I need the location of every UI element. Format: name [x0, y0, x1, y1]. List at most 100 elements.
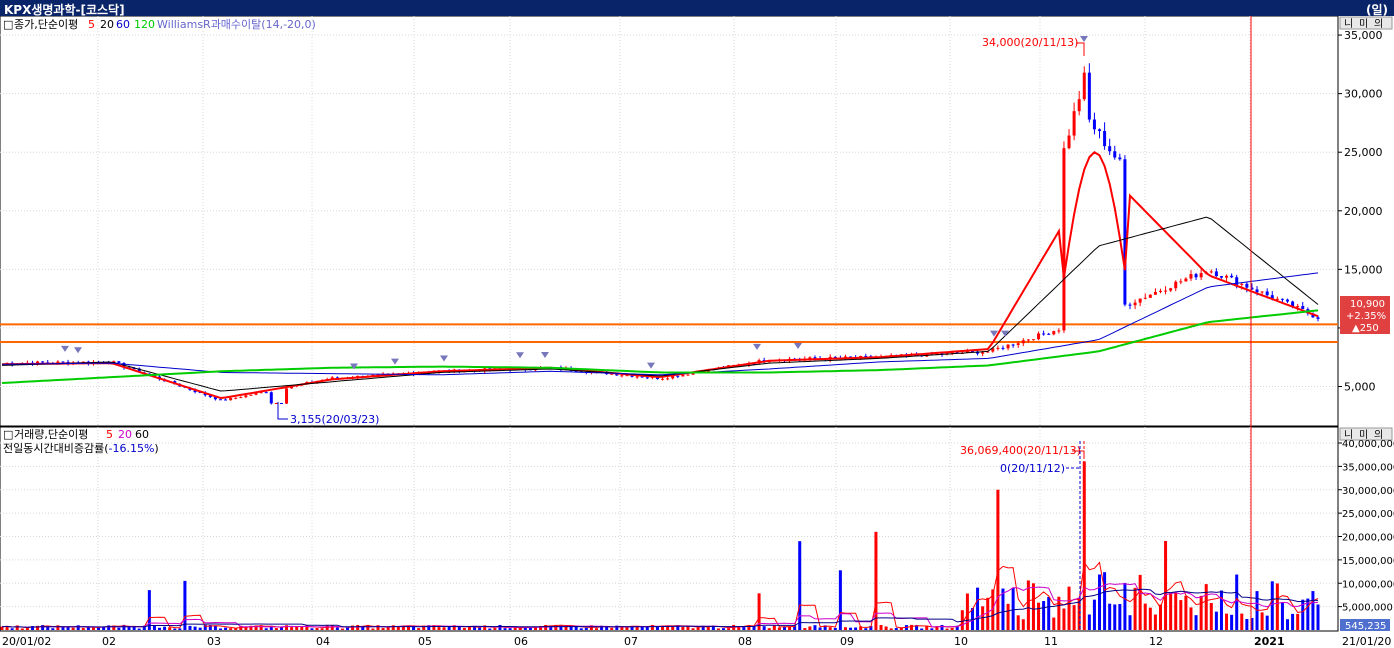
volume-bar [1092, 599, 1096, 630]
volume-bar [762, 626, 766, 630]
price-tick-label: 25,000 [1344, 146, 1383, 159]
volume-bar [198, 627, 202, 630]
volume-panel[interactable] [0, 426, 1339, 632]
volume-bar [1275, 583, 1279, 630]
volume-bar [772, 625, 776, 630]
volume-bar [1138, 574, 1142, 630]
candle-body [1265, 291, 1269, 296]
volume-bar [188, 625, 192, 630]
candle-body [224, 399, 228, 401]
current-volume: 545,235 [1345, 621, 1386, 632]
volume-legend-ma20: 20 [118, 428, 132, 441]
volume-tick-label: 25,000,000 [1342, 509, 1394, 520]
volume-bar [965, 593, 969, 630]
volume-bar [442, 627, 446, 630]
volume-bar [173, 628, 177, 630]
candle-body [1225, 275, 1229, 278]
candle-body [1174, 281, 1178, 289]
volume-bar [1052, 617, 1056, 630]
volume-bar [752, 626, 756, 630]
candle-body [239, 397, 243, 399]
price-panel-buttons[interactable]: 니 미 의 [1339, 16, 1393, 30]
stock-chart[interactable]: □ 종가,단순이평 5 20 60 120 WilliamsR과매수이탈(14,… [0, 16, 1394, 648]
candle-body [1280, 298, 1284, 300]
volume-bar [1291, 613, 1295, 630]
price-low-label: 3,155(20/03/23) [290, 413, 379, 426]
volume-bar [1199, 595, 1203, 630]
volume-legend-ma60: 60 [135, 428, 149, 441]
volume-bar [1225, 613, 1229, 630]
candle-body [1128, 304, 1132, 306]
current-price-badge: 10,900 +2.35% ▲250 [1340, 296, 1390, 334]
candle-body [1296, 306, 1300, 308]
volume-bar [1001, 588, 1005, 630]
price-legend-box[interactable]: □ [3, 18, 13, 31]
x-tick-label: 07 [624, 635, 638, 648]
volume-bar [828, 627, 832, 630]
candle-body [1169, 288, 1173, 291]
volume-tick-label: 40,000,000 [1342, 439, 1394, 450]
volume-bar [117, 627, 121, 630]
volume-bar [716, 628, 720, 630]
volume-bar [910, 624, 914, 630]
candle-body [1138, 298, 1142, 303]
volume-tick-label: 20,000,000 [1342, 533, 1394, 544]
volume-tick-label: 35,000,000 [1342, 462, 1394, 473]
candle-body [1011, 344, 1015, 346]
candle-body [1214, 271, 1218, 277]
volume-bar [584, 627, 588, 630]
volume-bar [315, 628, 319, 630]
volume-bar [193, 626, 197, 630]
candle-body [1164, 290, 1168, 292]
candle-body [1199, 273, 1203, 278]
volume-bar [788, 627, 792, 630]
volume-bar [696, 627, 700, 630]
price-tick-label: 35,000 [1344, 29, 1383, 42]
x-tick-label: 06 [514, 635, 528, 648]
volume-bar [1118, 604, 1122, 630]
volume-bar [25, 628, 29, 630]
volume-bar [330, 625, 334, 630]
volume-bar [310, 628, 314, 630]
volume-bar [1296, 613, 1300, 630]
candle-body [1255, 289, 1259, 293]
volume-bar [295, 627, 299, 630]
candle-body [1016, 343, 1020, 345]
candle-body [981, 352, 985, 354]
volume-bar [1214, 611, 1218, 630]
volume-bar [1011, 588, 1015, 630]
volume-bar [264, 628, 268, 630]
candle-body [620, 375, 624, 377]
candle-body [1037, 333, 1041, 340]
x-tick-label: 2021 [1254, 635, 1285, 648]
volume-bar [503, 628, 507, 630]
volume-bar [808, 626, 812, 630]
candle-body [218, 399, 222, 401]
volume-bar [1006, 603, 1010, 630]
volume-bar [803, 628, 807, 630]
price-tick-label: 20,000 [1344, 205, 1383, 218]
candle-body [1031, 339, 1035, 341]
price-panel[interactable] [0, 16, 1339, 427]
volume-bar [813, 625, 817, 630]
volume-legend-box[interactable]: □ [3, 428, 13, 441]
volume-bar [1098, 574, 1102, 630]
volume-bar [849, 627, 853, 630]
volume-bar [508, 628, 512, 630]
price-legend-ma5: 5 [88, 18, 95, 31]
candle-body [117, 361, 121, 363]
candle-body [1153, 291, 1157, 295]
volume-bar [356, 624, 360, 630]
volume-bar [1143, 603, 1147, 630]
volume-bar [1016, 615, 1020, 630]
candle-body [1158, 290, 1162, 292]
volume-bar [488, 628, 492, 630]
candle-body [1301, 306, 1305, 310]
volume-bar [767, 628, 771, 630]
x-tick-label: 12 [1149, 635, 1163, 648]
candle-body [1143, 297, 1147, 299]
window-titlebar: KPX생명과학-[코스닥] (일) [0, 0, 1394, 17]
candle-body [1245, 283, 1249, 288]
candle-body [676, 375, 680, 377]
volume-y-axis: 5,000,000 10,000,000 15,000,000 20,000,000 2… [1338, 439, 1394, 614]
